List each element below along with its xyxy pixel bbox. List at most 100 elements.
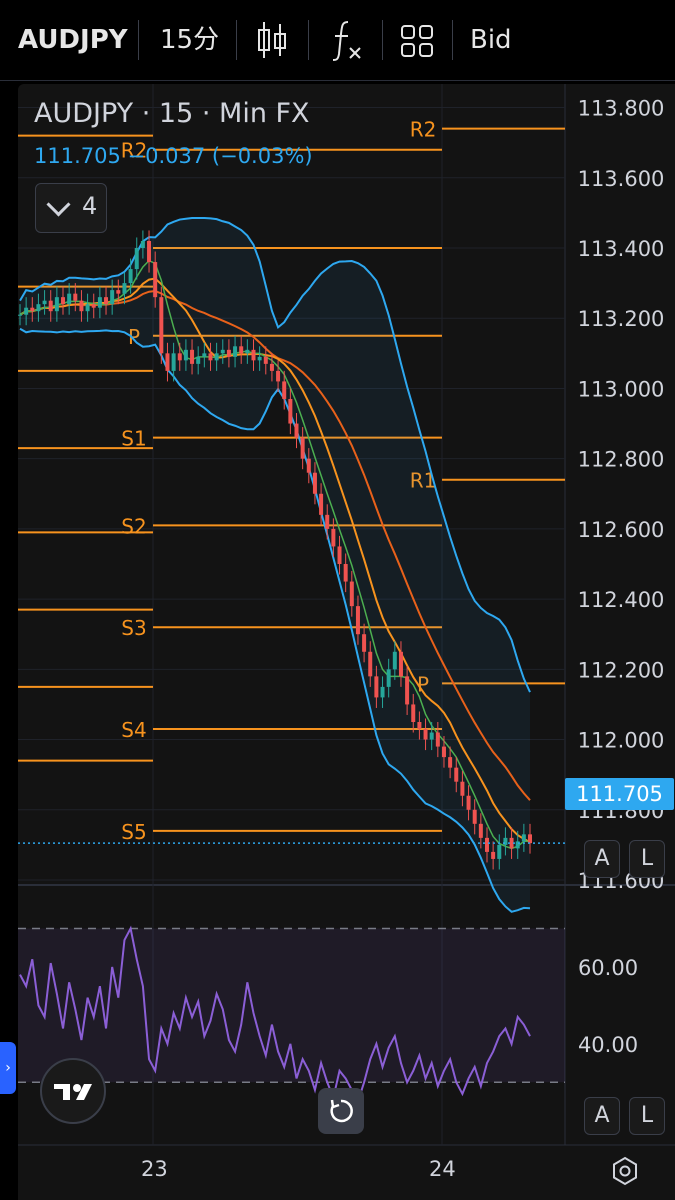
candle-body <box>294 423 299 438</box>
candle-body <box>269 363 274 371</box>
candle-body <box>405 676 410 705</box>
side-panel-toggle[interactable]: › <box>0 1042 16 1094</box>
candle-body <box>300 437 305 459</box>
candle-body <box>85 304 90 312</box>
candle-body <box>134 248 139 270</box>
log-scale-button[interactable]: L <box>629 840 665 878</box>
candle-body <box>392 651 397 670</box>
price-tick-label: 112.200 <box>578 658 665 682</box>
pivot-label-s3: S3 <box>121 616 146 640</box>
candle-body <box>325 514 330 529</box>
price-tick-label: 113.800 <box>578 97 665 121</box>
tradingview-logo-icon <box>54 1084 92 1100</box>
candle-body <box>245 349 250 354</box>
candle-body <box>226 349 231 357</box>
candle-body <box>251 349 256 361</box>
candle-body <box>263 356 268 364</box>
candle-body <box>140 240 145 248</box>
candle-body <box>147 240 152 263</box>
candle-body <box>276 370 281 382</box>
candle-body <box>30 307 35 312</box>
candle-body <box>67 293 72 305</box>
candle-body <box>454 767 459 782</box>
candle-body <box>79 300 84 312</box>
candle-body <box>380 686 385 698</box>
candle-body <box>104 297 109 305</box>
chevron-down-icon <box>46 192 71 217</box>
price-tick-label: 113.600 <box>578 167 665 191</box>
indicator-count: 4 <box>82 192 98 220</box>
candle-body <box>214 353 219 361</box>
candle-body <box>288 398 293 424</box>
candle-body <box>331 528 336 547</box>
tradingview-logo[interactable] <box>40 1058 106 1124</box>
reset-chart-button[interactable] <box>318 1088 364 1134</box>
rsi-auto-scale-button[interactable]: A <box>584 1097 620 1135</box>
price-tick-label: 112.800 <box>578 448 665 472</box>
last-price-label: 111.705 <box>565 778 674 810</box>
candle-body <box>312 472 317 494</box>
candle-body <box>171 353 176 371</box>
price-tick-label: 113.200 <box>578 307 665 331</box>
candle-body <box>110 290 115 305</box>
candle-body <box>61 297 66 305</box>
candle-body <box>349 581 354 607</box>
candle-body <box>282 381 287 399</box>
pivot-label-s5: S5 <box>121 820 146 844</box>
candle-body <box>18 314 22 316</box>
rsi-tick-label: 40.00 <box>578 1033 638 1057</box>
candle-body <box>306 458 311 473</box>
candle-body <box>466 795 471 810</box>
candle-body <box>355 606 360 635</box>
candle-body <box>497 844 502 859</box>
rsi-tick-label: 60.00 <box>578 956 638 980</box>
candle-body <box>73 293 78 301</box>
pivot-label-s2: S2 <box>121 514 146 538</box>
candle-body <box>386 669 391 687</box>
chart-canvas[interactable]: R2PS1S2S3S4S5R2R1P 113.800113.600113.400… <box>0 0 675 1200</box>
candle-body <box>177 353 182 361</box>
candle-body <box>165 353 170 371</box>
settings-icon[interactable] <box>610 1156 640 1186</box>
price-tick-label: 113.000 <box>578 377 665 401</box>
candle-body <box>337 546 342 564</box>
candle-body <box>239 346 244 354</box>
candle-body <box>36 304 41 312</box>
pivot-label-r2: R2 <box>410 118 437 142</box>
time-label-24: 24 <box>429 1157 456 1181</box>
price-tick-label: 112.000 <box>578 729 665 753</box>
candle-body <box>42 300 47 305</box>
price-quote: 111.705 −0.037 (−0.03%) <box>34 144 313 168</box>
indicators-toggle-button[interactable]: 4 <box>35 183 107 233</box>
candle-body <box>417 722 422 730</box>
candle-body <box>257 356 262 361</box>
candle-body <box>202 353 207 357</box>
candle-body <box>411 704 416 722</box>
candle-body <box>190 349 195 364</box>
candle-body <box>319 493 324 515</box>
chart-title: AUDJPY · 15 · Min FX <box>34 98 310 129</box>
candle-body <box>368 651 373 677</box>
candle-body <box>91 304 96 308</box>
candle-body <box>24 307 29 315</box>
candle-body <box>423 729 428 740</box>
candle-body <box>153 262 158 298</box>
pivot-label-s1: S1 <box>121 427 146 451</box>
candle-body <box>398 651 403 677</box>
rsi-log-scale-button[interactable]: L <box>629 1097 665 1135</box>
candle-body <box>374 676 379 698</box>
candle-body <box>116 290 121 294</box>
candle-body <box>183 349 188 361</box>
candle-body <box>196 356 201 364</box>
candle-body <box>484 837 489 852</box>
price-tick-label: 113.400 <box>578 237 665 261</box>
candle-body <box>460 781 465 796</box>
candle-body <box>435 732 440 747</box>
candle-body <box>429 732 434 740</box>
rotate-icon <box>330 1099 353 1123</box>
candle-body <box>472 809 477 824</box>
candle-body <box>122 283 127 294</box>
price-tick-label: 112.600 <box>578 518 665 542</box>
candle-body <box>159 297 164 354</box>
auto-scale-button[interactable]: A <box>584 840 620 878</box>
